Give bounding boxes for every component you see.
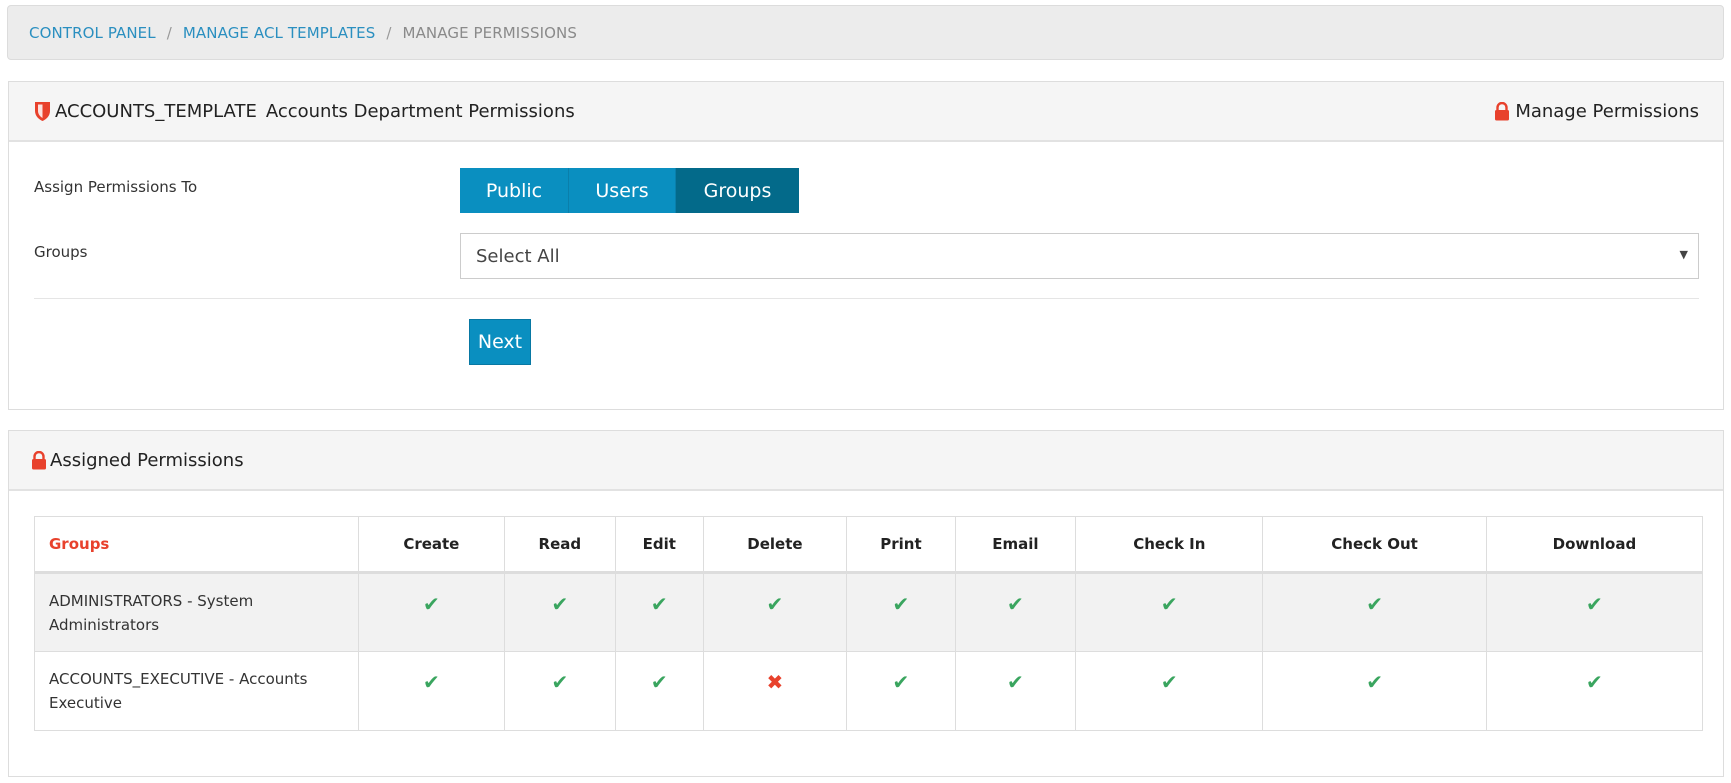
- permission-cell-create: ✔: [358, 572, 505, 652]
- breadcrumb-manage-acl-templates[interactable]: MANAGE ACL TEMPLATES: [183, 24, 375, 42]
- column-header-create: Create: [358, 516, 505, 574]
- groups-label: Groups: [34, 243, 88, 261]
- breadcrumb-separator: /: [386, 23, 392, 42]
- assign-users-button[interactable]: Users: [569, 168, 676, 213]
- column-header-read: Read: [503, 516, 616, 574]
- group-name-cell: ADMINISTRATORS - System Administrators: [34, 572, 359, 652]
- permission-cell-download: ✔: [1485, 572, 1704, 652]
- check-icon: ✔: [1160, 592, 1178, 616]
- assign-public-button[interactable]: Public: [460, 168, 569, 213]
- column-header-email: Email: [954, 516, 1077, 574]
- column-header-check-out: Check Out: [1262, 516, 1487, 574]
- permission-cell-email: ✔: [954, 651, 1077, 731]
- breadcrumb-separator: /: [166, 23, 172, 42]
- permission-cell-print: ✔: [846, 651, 956, 731]
- permission-cell-check-in: ✔: [1075, 651, 1264, 731]
- assign-groups-button[interactable]: Groups: [676, 168, 799, 213]
- table-header-row: Groups Create Read Edit Delete Print Ema…: [34, 516, 1704, 574]
- breadcrumb: CONTROL PANEL / MANAGE ACL TEMPLATES / M…: [7, 5, 1724, 60]
- permission-cell-read: ✔: [503, 572, 616, 652]
- permission-cell-check-out: ✔: [1262, 651, 1487, 731]
- table-row: ACCOUNTS_EXECUTIVE - Accounts Executive ✔…: [34, 651, 1704, 731]
- breadcrumb-current: MANAGE PERMISSIONS: [402, 23, 577, 42]
- next-button[interactable]: Next: [469, 319, 531, 365]
- column-header-delete: Delete: [702, 516, 848, 574]
- check-icon: ✔: [1007, 670, 1024, 694]
- cross-icon: ✖: [766, 670, 784, 694]
- assign-to-toggle-group: Public Users Groups: [460, 168, 799, 213]
- column-header-edit: Edit: [614, 516, 704, 574]
- shield-icon: [34, 101, 51, 122]
- panel-heading: ACCOUNTS_TEMPLATE Accounts Department Pe…: [9, 82, 1723, 142]
- check-icon: ✔: [766, 592, 784, 616]
- permission-cell-edit: ✔: [614, 572, 704, 652]
- column-header-download: Download: [1485, 516, 1704, 574]
- column-header-print: Print: [846, 516, 956, 574]
- manage-permissions-title: Manage Permissions: [1494, 101, 1699, 122]
- permission-cell-download: ✔: [1485, 651, 1704, 731]
- assigned-permissions-label: Assigned Permissions: [50, 449, 244, 471]
- check-icon: ✔: [422, 592, 440, 616]
- permissions-table-body: ADMINISTRATORS - System Administrators ✔ ✔…: [34, 572, 1704, 731]
- permission-cell-delete: ✔: [702, 572, 848, 652]
- assigned-permissions-panel: Assigned Permissions Groups Create Read …: [8, 430, 1724, 777]
- assigned-permissions-title: Assigned Permissions: [31, 450, 1699, 471]
- permission-cell-edit: ✔: [614, 651, 704, 731]
- permissions-table: Groups Create Read Edit Delete Print Ema…: [34, 516, 1704, 731]
- check-icon: ✔: [650, 670, 668, 694]
- chevron-down-icon: ▼: [1679, 248, 1688, 261]
- check-icon: ✔: [892, 670, 910, 694]
- table-row: ADMINISTRATORS - System Administrators ✔ ✔…: [34, 572, 1704, 652]
- check-icon: ✔: [1586, 670, 1603, 694]
- check-icon: ✔: [1366, 592, 1383, 616]
- manage-permissions-panel: ACCOUNTS_TEMPLATE Accounts Department Pe…: [8, 81, 1724, 410]
- permission-cell-delete: ✖: [702, 651, 848, 731]
- column-header-groups: Groups: [34, 516, 359, 574]
- permission-cell-create: ✔: [358, 651, 505, 731]
- check-icon: ✔: [1366, 670, 1383, 694]
- check-icon: ✔: [422, 670, 440, 694]
- check-icon: ✔: [551, 592, 569, 616]
- assign-permissions-label: Assign Permissions To: [34, 178, 198, 196]
- permission-cell-check-out: ✔: [1262, 572, 1487, 652]
- permission-cell-read: ✔: [503, 651, 616, 731]
- template-title: ACCOUNTS_TEMPLATE Accounts Department Pe…: [34, 101, 1494, 122]
- panel-heading: Assigned Permissions: [9, 431, 1723, 491]
- check-icon: ✔: [551, 670, 569, 694]
- check-icon: ✔: [650, 592, 668, 616]
- group-name-cell: ACCOUNTS_EXECUTIVE - Accounts Executive: [34, 651, 359, 731]
- lock-icon: [1494, 101, 1510, 121]
- template-name: ACCOUNTS_TEMPLATE: [55, 100, 257, 122]
- check-icon: ✔: [1007, 592, 1024, 616]
- lock-icon: [31, 450, 47, 470]
- permission-cell-email: ✔: [954, 572, 1077, 652]
- column-header-check-in: Check In: [1075, 516, 1264, 574]
- groups-select[interactable]: Select All ▼: [460, 233, 1699, 279]
- permission-cell-check-in: ✔: [1075, 572, 1264, 652]
- check-icon: ✔: [1160, 670, 1178, 694]
- manage-permissions-label: Manage Permissions: [1515, 100, 1699, 122]
- template-description: Accounts Department Permissions: [265, 100, 575, 122]
- permission-cell-print: ✔: [846, 572, 956, 652]
- check-icon: ✔: [892, 592, 910, 616]
- groups-select-value: Select All: [476, 245, 560, 267]
- form-divider: [34, 298, 1699, 299]
- breadcrumb-control-panel[interactable]: CONTROL PANEL: [29, 24, 156, 42]
- check-icon: ✔: [1586, 592, 1603, 616]
